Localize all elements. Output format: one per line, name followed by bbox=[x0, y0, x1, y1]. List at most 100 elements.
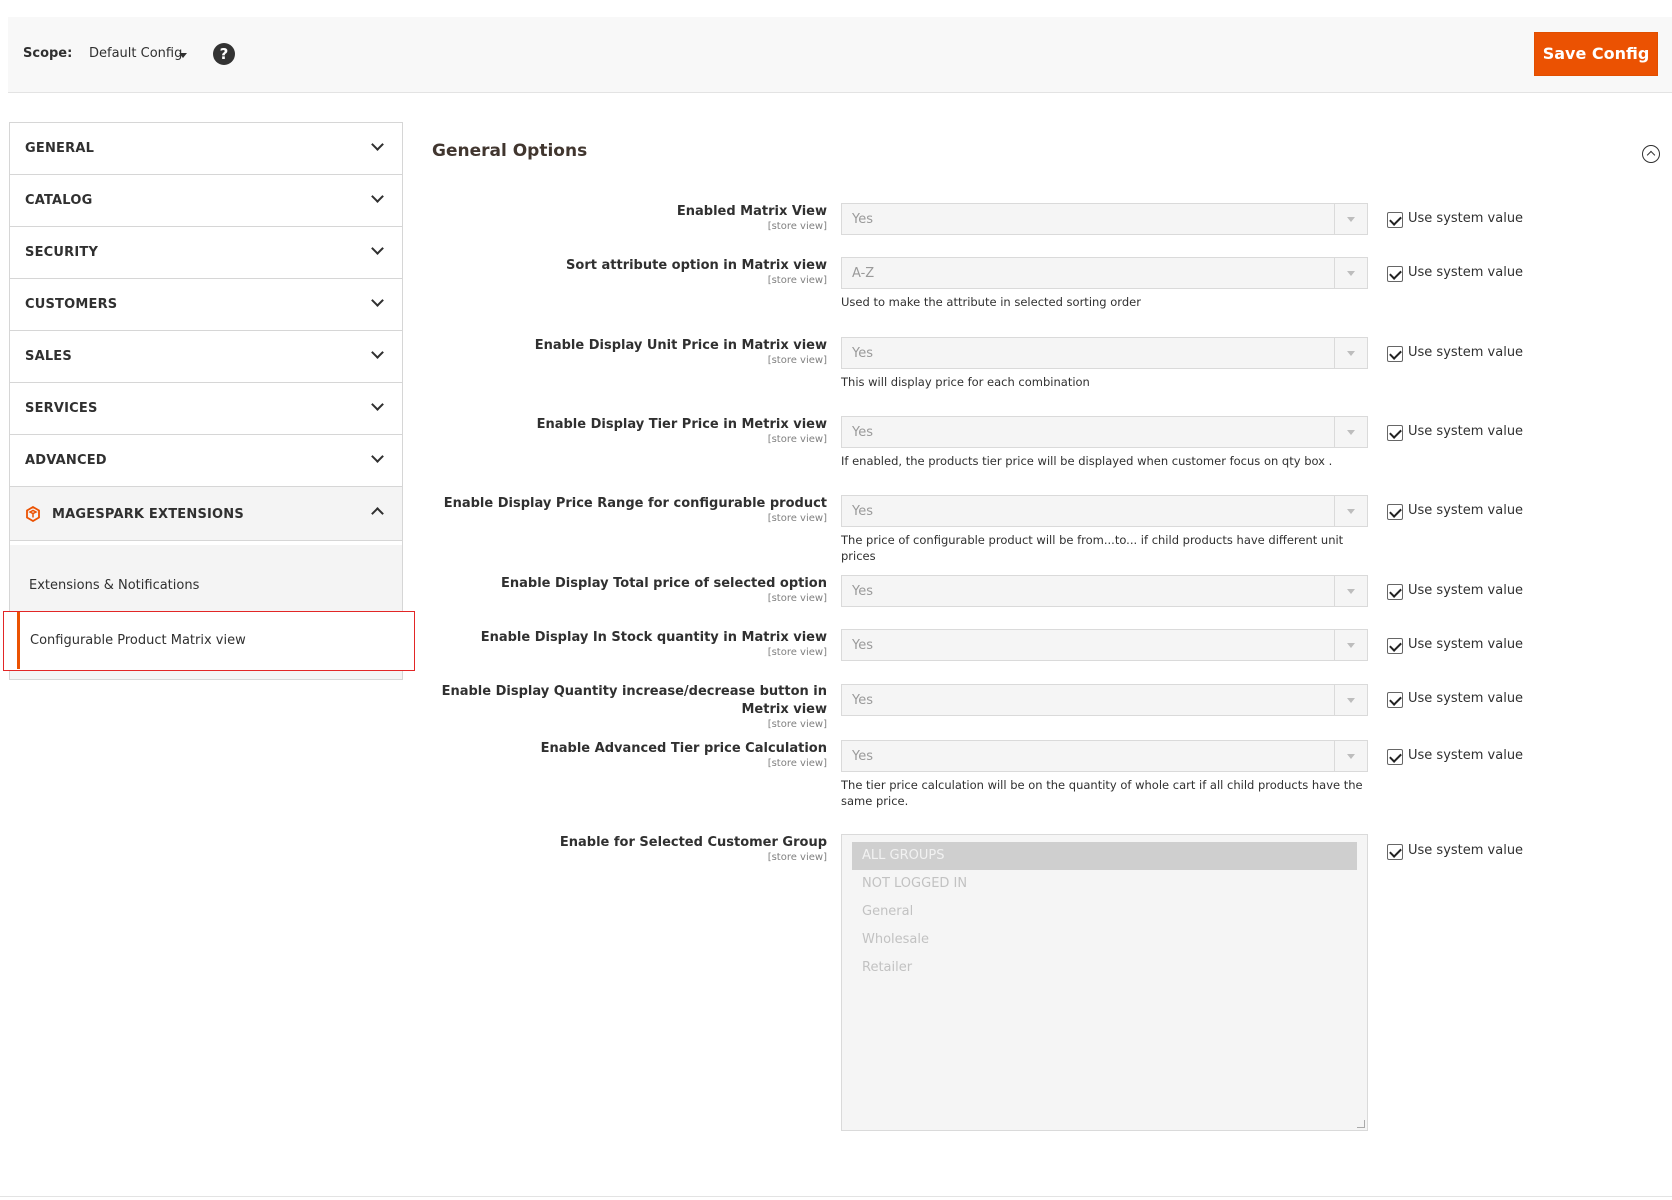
field-label: Enable Display Price Range for configura… bbox=[443, 496, 827, 511]
chevron-down-icon bbox=[371, 190, 384, 203]
select-value: A-Z bbox=[852, 266, 875, 281]
checkbox-checked-icon[interactable] bbox=[1387, 504, 1403, 520]
chevron-down-icon bbox=[371, 294, 384, 307]
select-value: Yes bbox=[852, 212, 873, 227]
quantity-buttons-select[interactable]: Yes bbox=[841, 684, 1368, 716]
checkbox-checked-icon[interactable] bbox=[1387, 266, 1403, 282]
scope-note: [store view] bbox=[767, 852, 827, 863]
field-note: The tier price calculation will be on th… bbox=[841, 778, 1363, 808]
multiselect-option[interactable]: NOT LOGGED IN bbox=[852, 870, 1357, 898]
magespark-logo-icon bbox=[26, 506, 40, 522]
dropdown-arrow-icon bbox=[1334, 258, 1367, 288]
field-label: Enable Display Unit Price in Matrix view bbox=[534, 338, 827, 353]
enabled-matrix-view-select[interactable]: Yes bbox=[841, 203, 1368, 235]
checkbox-checked-icon[interactable] bbox=[1387, 584, 1403, 600]
dropdown-arrow-icon bbox=[1334, 576, 1367, 606]
use-system-value-label: Use system value bbox=[1408, 265, 1524, 280]
scope-note: [store view] bbox=[767, 434, 827, 445]
dropdown-arrow-icon bbox=[1334, 630, 1367, 660]
use-system-value-label: Use system value bbox=[1408, 637, 1524, 652]
submenu-item-extensions-notifications[interactable]: Extensions & Notifications bbox=[29, 578, 199, 593]
sidebar-item-label: SECURITY bbox=[25, 245, 99, 260]
chevron-down-icon bbox=[371, 450, 384, 463]
sidebar-item-customers[interactable]: CUSTOMERS bbox=[10, 279, 402, 331]
use-system-value-label: Use system value bbox=[1408, 211, 1524, 226]
use-system-value-label: Use system value bbox=[1408, 583, 1524, 598]
checkbox-checked-icon[interactable] bbox=[1387, 346, 1403, 362]
checkbox-checked-icon[interactable] bbox=[1387, 425, 1403, 441]
display-unit-price-select[interactable]: Yes bbox=[841, 337, 1368, 369]
field-label: Enable Display Total price of selected o… bbox=[501, 576, 827, 591]
checkbox-checked-icon[interactable] bbox=[1387, 749, 1403, 765]
scope-note: [store view] bbox=[767, 275, 827, 286]
select-value: Yes bbox=[852, 638, 873, 653]
chevron-up-icon bbox=[371, 507, 384, 520]
multiselect-option[interactable]: General bbox=[852, 898, 1357, 926]
scope-note: [store view] bbox=[767, 221, 827, 232]
display-price-range-select[interactable]: Yes bbox=[841, 495, 1368, 527]
footer-divider bbox=[0, 1196, 1672, 1197]
checkbox-checked-icon[interactable] bbox=[1387, 638, 1403, 654]
field-label: Enable Advanced Tier price Calculation bbox=[540, 741, 827, 756]
use-system-value-label: Use system value bbox=[1408, 843, 1524, 858]
chevron-down-icon bbox=[371, 346, 384, 359]
scope-note: [store view] bbox=[767, 647, 827, 658]
sidebar-item-magespark-extensions[interactable]: MAGESPARK EXTENSIONS bbox=[10, 487, 402, 541]
config-sidebar: GENERAL CATALOG SECURITY CUSTOMERS SALES… bbox=[3, 122, 415, 680]
dropdown-arrow-icon bbox=[1334, 417, 1367, 447]
question-circle-icon[interactable]: ? bbox=[213, 43, 235, 65]
section-title[interactable]: General Options bbox=[432, 141, 587, 161]
sidebar-item-label: CATALOG bbox=[25, 193, 93, 208]
sort-attribute-option-select[interactable]: A-Z bbox=[841, 257, 1368, 289]
field-label: Sort attribute option in Matrix view bbox=[566, 258, 827, 273]
dropdown-arrow-icon bbox=[1334, 496, 1367, 526]
scope-note: [store view] bbox=[767, 719, 827, 730]
select-value: Yes bbox=[852, 425, 873, 440]
checkbox-checked-icon[interactable] bbox=[1387, 692, 1403, 708]
use-system-value-label: Use system value bbox=[1408, 748, 1524, 763]
sidebar-item-advanced[interactable]: ADVANCED bbox=[10, 435, 402, 487]
scope-switcher[interactable]: Default Config bbox=[89, 46, 182, 61]
field-label: Enable Display In Stock quantity in Matr… bbox=[480, 630, 827, 645]
sidebar-item-label: MAGESPARK EXTENSIONS bbox=[52, 507, 244, 522]
display-in-stock-quantity-select[interactable]: Yes bbox=[841, 629, 1368, 661]
dropdown-arrow-icon bbox=[1334, 741, 1367, 771]
sidebar-item-label: CUSTOMERS bbox=[25, 297, 118, 312]
display-total-price-select[interactable]: Yes bbox=[841, 575, 1368, 607]
submenu-item-label: Configurable Product Matrix view bbox=[30, 633, 246, 648]
field-label: Enable for Selected Customer Group bbox=[559, 835, 827, 850]
multiselect-option[interactable]: Retailer bbox=[852, 954, 1357, 982]
sidebar-item-security[interactable]: SECURITY bbox=[10, 227, 402, 279]
sidebar-item-general[interactable]: GENERAL bbox=[10, 123, 402, 175]
submenu-item-configurable-product-matrix-view[interactable]: Configurable Product Matrix view bbox=[3, 611, 415, 671]
use-system-value-label: Use system value bbox=[1408, 424, 1524, 439]
sidebar-item-label: GENERAL bbox=[25, 141, 95, 156]
display-tier-price-select[interactable]: Yes bbox=[841, 416, 1368, 448]
sidebar-item-sales[interactable]: SALES bbox=[10, 331, 402, 383]
sidebar-item-label: ADVANCED bbox=[25, 453, 107, 468]
checkbox-checked-icon[interactable] bbox=[1387, 212, 1403, 228]
caret-down-icon[interactable] bbox=[179, 53, 187, 58]
field-label: Enabled Matrix View bbox=[676, 204, 827, 219]
customer-group-multiselect[interactable]: ALL GROUPS NOT LOGGED IN General Wholesa… bbox=[841, 834, 1368, 1131]
select-value: Yes bbox=[852, 749, 873, 764]
scope-note: [store view] bbox=[767, 758, 827, 769]
sidebar-item-catalog[interactable]: CATALOG bbox=[10, 175, 402, 227]
chevron-down-icon bbox=[371, 138, 384, 151]
scope-note: [store view] bbox=[767, 513, 827, 524]
sidebar-item-services[interactable]: SERVICES bbox=[10, 383, 402, 435]
chevron-down-icon bbox=[371, 398, 384, 411]
checkbox-checked-icon[interactable] bbox=[1387, 844, 1403, 860]
multiselect-option[interactable]: Wholesale bbox=[852, 926, 1357, 954]
save-config-button[interactable]: Save Config bbox=[1534, 32, 1658, 76]
dropdown-arrow-icon bbox=[1334, 204, 1367, 234]
use-system-value-label: Use system value bbox=[1408, 503, 1524, 518]
multiselect-option[interactable]: ALL GROUPS bbox=[852, 842, 1357, 870]
resize-handle-icon[interactable] bbox=[1357, 1120, 1365, 1128]
scope-note: [store view] bbox=[767, 593, 827, 604]
field-label: Enable Display Tier Price in Metrix view bbox=[536, 417, 827, 432]
advanced-tier-price-select[interactable]: Yes bbox=[841, 740, 1368, 772]
field-note: The price of configurable product will b… bbox=[841, 533, 1344, 563]
select-value: Yes bbox=[852, 504, 873, 519]
collapse-section-icon[interactable] bbox=[1642, 145, 1660, 163]
